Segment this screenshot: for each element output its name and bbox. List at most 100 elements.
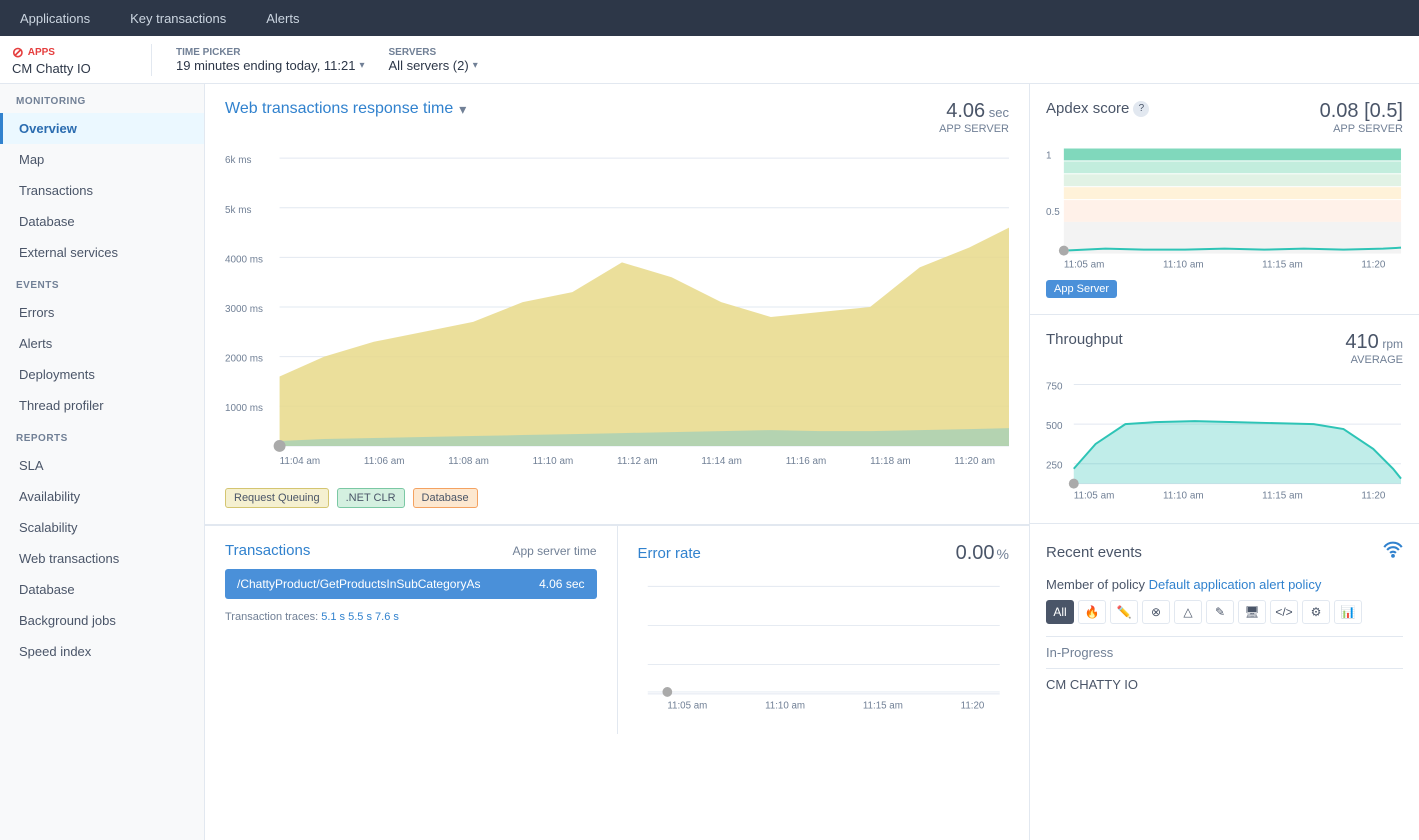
app-selector[interactable]: ⊘ APPS CM Chatty IO bbox=[12, 44, 152, 76]
events-section-label: EVENTS bbox=[0, 268, 204, 297]
filter-monitor[interactable]: 🖥 bbox=[1238, 600, 1266, 624]
right-panel: Apdex score ? 0.08 [0.5] APP SERVER 1 0.… bbox=[1029, 84, 1419, 840]
svg-text:1: 1 bbox=[1046, 150, 1052, 161]
chart-stat-unit: sec bbox=[989, 105, 1009, 120]
main-chart-container: 6k ms 5k ms 4000 ms 3000 ms 2000 ms 1000… bbox=[225, 147, 1009, 480]
policy-text: Member of policy Default application ale… bbox=[1046, 577, 1403, 592]
sidebar-item-external-services[interactable]: External services bbox=[0, 237, 204, 268]
filter-chart[interactable]: 📊 bbox=[1334, 600, 1362, 624]
error-rate-svg: 11:05 am 11:10 am 11:15 am 11:20 bbox=[638, 575, 1010, 715]
chart-stat-label: APP SERVER bbox=[939, 123, 1009, 135]
main-chart-section: Web transactions response time ▾ 4.06 se… bbox=[205, 84, 1029, 525]
chart-header: Web transactions response time ▾ 4.06 se… bbox=[225, 100, 1009, 135]
chart-title[interactable]: Web transactions response time ▾ bbox=[225, 100, 466, 118]
svg-text:0.5: 0.5 bbox=[1046, 207, 1060, 218]
throughput-section: Throughput 410 rpm AVERAGE 750 500 250 bbox=[1030, 315, 1419, 524]
sidebar-item-alerts[interactable]: Alerts bbox=[0, 328, 204, 359]
nav-applications[interactable]: Applications bbox=[12, 5, 98, 32]
sidebar-item-scalability[interactable]: Scalability bbox=[0, 512, 204, 543]
apdex-section: Apdex score ? 0.08 [0.5] APP SERVER 1 0.… bbox=[1030, 84, 1419, 315]
error-rate-title: Error rate bbox=[638, 545, 701, 562]
error-chart-scrubber[interactable] bbox=[662, 687, 672, 697]
transactions-title[interactable]: Transactions bbox=[225, 542, 310, 559]
error-rate-section: Error rate 0.00 % bbox=[618, 526, 1030, 734]
sidebar-item-background-jobs[interactable]: Background jobs bbox=[0, 605, 204, 636]
throughput-chart-svg: 750 500 250 11:05 am 11:10 am 11:15 am 1 bbox=[1046, 374, 1403, 504]
sidebar-item-thread-profiler[interactable]: Thread profiler bbox=[0, 390, 204, 421]
chart-title-chevron: ▾ bbox=[459, 101, 466, 118]
sidebar-item-sla[interactable]: SLA bbox=[0, 450, 204, 481]
filter-alert[interactable]: △ bbox=[1174, 600, 1202, 624]
trace-link-2[interactable]: 5.5 s bbox=[348, 611, 372, 623]
nav-key-transactions[interactable]: Key transactions bbox=[122, 5, 234, 32]
chart-scrubber[interactable] bbox=[274, 440, 286, 452]
transaction-row[interactable]: /ChattyProduct/GetProductsInSubCategoryA… bbox=[225, 569, 597, 599]
sidebar-item-transactions[interactable]: Transactions bbox=[0, 175, 204, 206]
app-server-badge: App Server bbox=[1046, 280, 1117, 298]
svg-text:11:10 am: 11:10 am bbox=[1163, 491, 1204, 502]
svg-text:11:15 am: 11:15 am bbox=[1262, 491, 1303, 502]
filter-edit[interactable]: ✏️ bbox=[1110, 600, 1138, 624]
sidebar-item-map[interactable]: Map bbox=[0, 144, 204, 175]
svg-text:2000 ms: 2000 ms bbox=[225, 354, 263, 365]
sidebar-item-database[interactable]: Database bbox=[0, 206, 204, 237]
error-rate-chart: 11:05 am 11:10 am 11:15 am 11:20 bbox=[638, 575, 1010, 718]
reports-section-label: REPORTS bbox=[0, 421, 204, 450]
throughput-title: Throughput bbox=[1046, 331, 1123, 348]
svg-text:11:04 am: 11:04 am bbox=[280, 456, 321, 467]
legend-database: Database bbox=[413, 488, 478, 508]
time-picker-label: TIME PICKER bbox=[176, 47, 365, 58]
apdex-chart-svg: 1 0.5 11:05 am 11:10 am 11:15 am 11:20 bbox=[1046, 143, 1403, 273]
sidebar-item-deployments[interactable]: Deployments bbox=[0, 359, 204, 390]
filter-block[interactable]: ⊗ bbox=[1142, 600, 1170, 624]
chart-stat-value: 4.06 bbox=[946, 100, 985, 122]
filter-gear[interactable]: ⚙ bbox=[1302, 600, 1330, 624]
servers-picker[interactable]: SERVERS All servers (2) ▾ bbox=[389, 47, 478, 73]
svg-text:11:10 am: 11:10 am bbox=[1163, 260, 1204, 271]
apps-label: ⊘ APPS bbox=[12, 44, 131, 61]
svg-text:11:05 am: 11:05 am bbox=[1074, 491, 1115, 502]
sidebar-item-speed-index[interactable]: Speed index bbox=[0, 636, 204, 667]
time-picker-value: 19 minutes ending today, 11:21 ▾ bbox=[176, 58, 365, 73]
apdex-info-icon[interactable]: ? bbox=[1133, 101, 1149, 117]
recent-events-section: Recent events Member of policy Default a… bbox=[1030, 524, 1419, 708]
recent-events-feed-icon[interactable] bbox=[1383, 540, 1403, 565]
apdex-scrubber[interactable] bbox=[1059, 246, 1069, 256]
sidebar-item-web-transactions[interactable]: Web transactions bbox=[0, 543, 204, 574]
filter-code[interactable]: </> bbox=[1270, 600, 1298, 624]
sidebar-item-availability[interactable]: Availability bbox=[0, 481, 204, 512]
apdex-header: Apdex score ? 0.08 [0.5] APP SERVER bbox=[1046, 100, 1403, 135]
main-layout: MONITORING Overview Map Transactions Dat… bbox=[0, 84, 1419, 840]
throughput-header: Throughput 410 rpm AVERAGE bbox=[1046, 331, 1403, 366]
filter-all[interactable]: All bbox=[1046, 600, 1074, 624]
sidebar-item-database-report[interactable]: Database bbox=[0, 574, 204, 605]
svg-text:4000 ms: 4000 ms bbox=[225, 254, 263, 265]
in-progress-divider bbox=[1046, 668, 1403, 669]
chart-stat: 4.06 sec APP SERVER bbox=[939, 100, 1009, 135]
filter-fire[interactable]: 🔥 bbox=[1078, 600, 1106, 624]
sidebar-item-errors[interactable]: Errors bbox=[0, 297, 204, 328]
sidebar-item-overview[interactable]: Overview bbox=[0, 113, 204, 144]
svg-text:11:05 am: 11:05 am bbox=[1064, 260, 1105, 271]
monitoring-section-label: MONITORING bbox=[0, 84, 204, 113]
trace-link-3[interactable]: 7.6 s bbox=[375, 611, 399, 623]
app-name: CM Chatty IO bbox=[12, 61, 131, 76]
error-rate-value: 0.00 bbox=[956, 542, 995, 565]
svg-text:3000 ms: 3000 ms bbox=[225, 304, 263, 315]
throughput-value: 410 rpm AVERAGE bbox=[1345, 331, 1403, 366]
nav-alerts[interactable]: Alerts bbox=[258, 5, 307, 32]
svg-text:500: 500 bbox=[1046, 421, 1063, 432]
trace-link-1[interactable]: 5.1 s bbox=[321, 611, 345, 623]
throughput-scrubber[interactable] bbox=[1069, 479, 1079, 489]
svg-text:11:16 am: 11:16 am bbox=[786, 456, 827, 467]
main-chart-svg: 6k ms 5k ms 4000 ms 3000 ms 2000 ms 1000… bbox=[225, 147, 1009, 477]
policy-link[interactable]: Default application alert policy bbox=[1149, 577, 1322, 592]
cm-chatty-title: CM CHATTY IO bbox=[1046, 677, 1403, 692]
events-divider bbox=[1046, 636, 1403, 637]
svg-text:11:14 am: 11:14 am bbox=[701, 456, 742, 467]
time-picker[interactable]: TIME PICKER 19 minutes ending today, 11:… bbox=[176, 47, 365, 73]
filter-pencil[interactable]: ✎ bbox=[1206, 600, 1234, 624]
error-rate-unit: % bbox=[997, 546, 1009, 562]
svg-text:11:20: 11:20 bbox=[1361, 491, 1386, 502]
svg-text:750: 750 bbox=[1046, 381, 1063, 392]
